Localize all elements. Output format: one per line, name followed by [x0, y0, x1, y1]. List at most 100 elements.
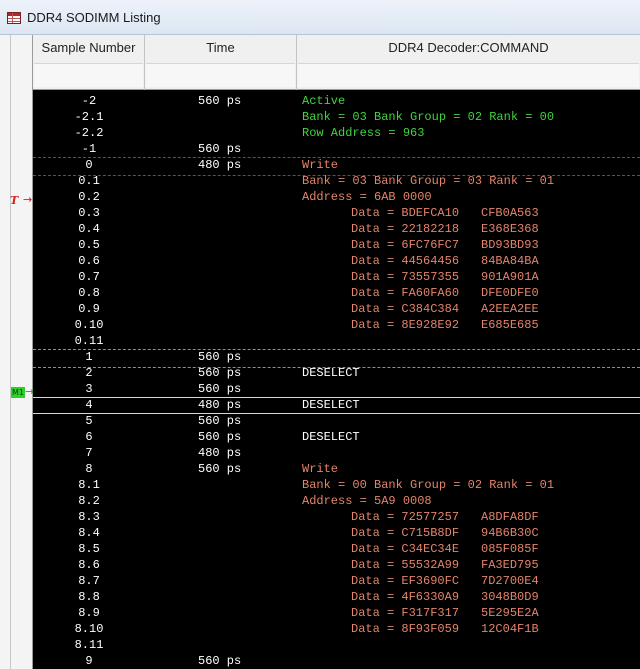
command-text: Data = 44564456	[351, 254, 460, 268]
column-header-time[interactable]: Time	[145, 35, 297, 90]
column-filter-time[interactable]	[146, 63, 295, 87]
data-word-2: 085F085F	[481, 542, 539, 556]
table-row[interactable]: 0.3 Data = BDEFCA10 CFB0A563	[33, 205, 640, 221]
command-text: Data = 72577257	[351, 510, 460, 524]
sample-number-cell: 7	[85, 446, 93, 460]
table-row[interactable]: 8 560 ps Write	[33, 461, 640, 477]
table-row[interactable]: -2 560 ps Active	[33, 93, 640, 109]
table-row[interactable]: 7 480 ps	[33, 445, 640, 461]
table-row[interactable]: 8.3 Data = 72577257 A8DFA8DF	[33, 509, 640, 525]
sample-number-cell: 0.8	[78, 286, 100, 300]
command-cell: Address = 5A9 0008	[302, 493, 432, 509]
command-cell: Address = 6AB 0000	[302, 189, 432, 205]
table-row[interactable]: 0.7 Data = 73557355 901A901A	[33, 269, 640, 285]
command-text: Bank = 03 Bank Group = 02 Rank = 00	[302, 110, 555, 124]
table-row[interactable]: 8.4 Data = C715B8DF 94B6B30C	[33, 525, 640, 541]
table-row[interactable]: 8.7 Data = EF3690FC 7D2700E4	[33, 573, 640, 589]
table-row[interactable]: 6 560 ps DESELECT	[33, 429, 640, 445]
column-header-command[interactable]: DDR4 Decoder:COMMAND	[297, 35, 640, 90]
window-title: DDR4 SODIMM Listing	[27, 10, 161, 25]
table-row[interactable]: 8.8 Data = 4F6330A9 3048B0D9	[33, 589, 640, 605]
table-row[interactable]: 8.5 Data = C34EC34E 085F085F	[33, 541, 640, 557]
command-text: Write	[302, 462, 339, 476]
table-row[interactable]: 8.6 Data = 55532A99 FA3ED795	[33, 557, 640, 573]
table-row[interactable]: 0.1 Bank = 03 Bank Group = 03 Rank = 01	[33, 173, 640, 189]
time-cell: 560 ps	[198, 350, 242, 364]
sample-number-cell: 0.6	[78, 254, 100, 268]
command-text: Write	[302, 158, 339, 172]
command-text: Bank = 00 Bank Group = 02 Rank = 01	[302, 478, 555, 492]
sample-number-cell: -1	[81, 142, 97, 156]
command-cell: Write	[302, 157, 338, 173]
command-text: Data = 8F93F059	[351, 622, 460, 636]
sample-number-cell: 0.11	[74, 334, 104, 348]
data-word-2: 7D2700E4	[481, 574, 539, 588]
table-row[interactable]: 0.6 Data = 44564456 84BA84BA	[33, 253, 640, 269]
sample-number-cell: 8.9	[78, 606, 100, 620]
sample-number-cell: 0.5	[78, 238, 100, 252]
command-text: Address = 5A9 0008	[302, 494, 432, 508]
table-row[interactable]: 0.11	[33, 333, 640, 349]
table-row[interactable]: 0.5 Data = 6FC76FC7 BD93BD93	[33, 237, 640, 253]
command-text: DESELECT	[302, 366, 360, 380]
table-row[interactable]: 8.9 Data = F317F317 5E295E2A	[33, 605, 640, 621]
table-row[interactable]: 8.1 Bank = 00 Bank Group = 02 Rank = 01	[33, 477, 640, 493]
sample-number-cell: 0.4	[78, 222, 100, 236]
gutter-divider	[10, 35, 11, 669]
sample-number-cell: 0.9	[78, 302, 100, 316]
trigger-marker[interactable]: T	[10, 194, 18, 207]
command-cell: Data = 8E928E92 E685E685	[351, 317, 539, 333]
table-row[interactable]: 8.11	[33, 637, 640, 653]
column-header-sample-number[interactable]: Sample Number	[33, 35, 145, 90]
column-filter-sample[interactable]	[34, 63, 143, 87]
command-cell: Bank = 03 Bank Group = 02 Rank = 00	[302, 109, 554, 125]
table-row[interactable]: 8.10 Data = 8F93F059 12C04F1B	[33, 621, 640, 637]
table-row[interactable]: 0.4 Data = 22182218 E368E368	[33, 221, 640, 237]
data-word-2: 12C04F1B	[481, 622, 539, 636]
table-row[interactable]: -1 560 ps	[33, 141, 640, 157]
table-row[interactable]: 9 560 ps	[33, 653, 640, 669]
command-cell: Data = 44564456 84BA84BA	[351, 253, 539, 269]
command-cell: Data = C384C384 A2EEA2EE	[351, 301, 539, 317]
table-row[interactable]: 5 560 ps	[33, 413, 640, 429]
command-text: Row Address = 963	[302, 126, 425, 140]
table-row[interactable]: 0.2 Address = 6AB 0000	[33, 189, 640, 205]
table-row[interactable]: 2 560 ps DESELECT	[33, 365, 640, 381]
sample-number-cell: 8.1	[78, 478, 100, 492]
table-row[interactable]: 0.8 Data = FA60FA60 DFE0DFE0	[33, 285, 640, 301]
column-filter-command[interactable]	[298, 63, 639, 87]
sample-number-cell: 5	[85, 414, 93, 428]
sample-number-cell: 0.10	[74, 318, 104, 332]
listing-grid[interactable]: -2 560 ps Active -2.1 Bank = 03 Bank Group =…	[33, 90, 640, 669]
command-cell: DESELECT	[302, 429, 360, 445]
command-cell: Data = 8F93F059 12C04F1B	[351, 621, 539, 637]
sample-number-cell: 8.8	[78, 590, 100, 604]
command-text: Bank = 03 Bank Group = 03 Rank = 01	[302, 174, 555, 188]
table-row[interactable]: 0.10 Data = 8E928E92 E685E685	[33, 317, 640, 333]
sample-number-cell: 8.3	[78, 510, 100, 524]
table-row[interactable]: -2.1 Bank = 03 Bank Group = 02 Rank = 00	[33, 109, 640, 125]
sample-number-cell: 8.6	[78, 558, 100, 572]
sample-number-cell: -2.1	[74, 110, 104, 124]
marker-gutter[interactable]: T → M1 →	[0, 35, 34, 669]
sample-number-cell: -2.2	[74, 126, 104, 140]
sample-number-cell: 0.3	[78, 206, 100, 220]
table-row[interactable]: 0.9 Data = C384C384 A2EEA2EE	[33, 301, 640, 317]
table-row[interactable]: 1 560 ps	[33, 349, 640, 365]
table-row[interactable]: 4 480 ps DESELECT	[33, 397, 640, 413]
table-row[interactable]: 0 480 ps Write	[33, 157, 640, 173]
m1-marker[interactable]: M1	[11, 387, 25, 398]
command-cell: Data = FA60FA60 DFE0DFE0	[351, 285, 539, 301]
command-cell: Data = BDEFCA10 CFB0A563	[351, 205, 539, 221]
time-cell: 480 ps	[198, 398, 242, 412]
command-text: Data = 22182218	[351, 222, 460, 236]
data-word-2: BD93BD93	[481, 238, 539, 252]
table-row[interactable]: 3 560 ps	[33, 381, 640, 397]
column-header-command-label: DDR4 Decoder:COMMAND	[388, 40, 549, 55]
data-word-2: E685E685	[481, 318, 539, 332]
command-text: Data = 6FC76FC7	[351, 238, 460, 252]
sample-number-cell: 2	[85, 366, 93, 380]
sample-number-cell: 0.7	[78, 270, 100, 284]
table-row[interactable]: -2.2 Row Address = 963	[33, 125, 640, 141]
table-row[interactable]: 8.2 Address = 5A9 0008	[33, 493, 640, 509]
